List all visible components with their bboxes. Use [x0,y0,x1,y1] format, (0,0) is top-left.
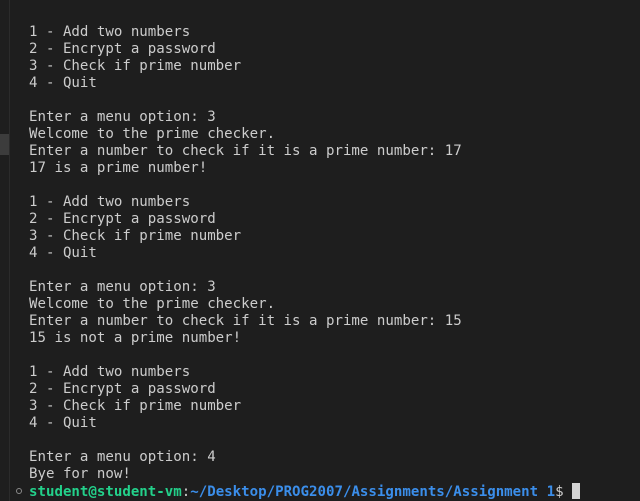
prompt-path: ~/Desktop/PROG2007/Assignments/Assignmen… [190,484,556,500]
terminal-line: 3 - Check if prime number [29,398,242,414]
terminal-line: 15 is not a prime number! [29,330,242,346]
terminal-line: Enter a menu option: 3 [29,109,216,125]
terminal-line: 2 - Encrypt a password [29,211,216,227]
terminal-line: 1 - Add two numbers [29,364,191,380]
terminal-gutter [0,0,10,501]
terminal-line: 4 - Quit [29,415,97,431]
terminal-line: Welcome to the prime checker. [29,126,276,142]
terminal-line: 3 - Check if prime number [29,58,242,74]
terminal-line: 4 - Quit [29,75,97,91]
terminal-line: 2 - Encrypt a password [29,41,216,57]
terminal-prompt-line[interactable]: student@student-vm:~/Desktop/PROG2007/As… [0,483,640,500]
command-status-icon[interactable] [16,488,22,494]
terminal-line: Enter a number to check if it is a prime… [29,143,462,159]
terminal-line: Bye for now! [29,466,131,482]
prompt-symbol: $ [555,484,564,500]
prompt-user-host: student@student-vm [29,484,182,500]
terminal-line: 17 is a prime number! [29,160,208,176]
prompt-separator: : [181,484,191,500]
terminal-line: 1 - Add two numbers [29,194,191,210]
terminal-line: Enter a number to check if it is a prime… [29,313,462,329]
terminal-line: 3 - Check if prime number [29,228,242,244]
terminal-line: Enter a menu option: 3 [29,279,216,295]
gutter-marker [0,134,9,155]
terminal-line: 4 - Quit [29,245,97,261]
shell-prompt: student@student-vm:~/Desktop/PROG2007/As… [29,483,580,501]
terminal-line: Enter a menu option: 4 [29,449,216,465]
terminal-cursor [571,483,580,499]
terminal-line: 1 - Add two numbers [29,24,191,40]
terminal-line: Welcome to the prime checker. [29,296,276,312]
terminal-line: 2 - Encrypt a password [29,381,216,397]
terminal-output[interactable]: 1 - Add two numbers 2 - Encrypt a passwor… [29,24,632,483]
